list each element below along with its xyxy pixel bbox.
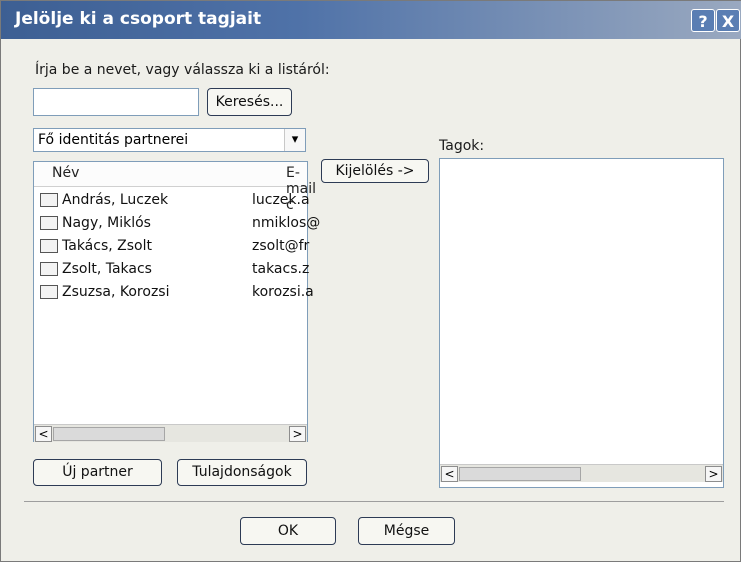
contact-name: Zsuzsa, Korozsi	[62, 284, 170, 300]
cancel-button[interactable]: Mégse	[358, 517, 455, 545]
scroll-left-icon[interactable]: <	[441, 466, 458, 482]
new-partner-button[interactable]: Új partner	[33, 459, 162, 486]
properties-button[interactable]: Tulajdonságok	[177, 459, 307, 486]
scroll-thumb[interactable]	[459, 467, 581, 481]
ok-button[interactable]: OK	[240, 517, 336, 545]
contacts-list[interactable]: Név E-mail c András, Luczek luczek.a Nag…	[33, 161, 320, 442]
group-member-dialog: Jelölje ki a csoport tagjait ? X Írja be…	[0, 0, 741, 562]
search-button[interactable]: Keresés...	[207, 88, 292, 116]
contact-card-icon	[40, 239, 58, 253]
name-column-header[interactable]: Név	[52, 165, 79, 181]
contact-email: luczek.a	[252, 192, 310, 208]
contact-card-icon	[40, 285, 58, 299]
chevron-down-icon[interactable]: ▾	[284, 129, 305, 151]
contacts-header: Név E-mail c	[34, 162, 316, 213]
footer-separator	[24, 501, 724, 502]
contact-card-icon	[40, 193, 58, 207]
help-button[interactable]: ?	[691, 9, 715, 32]
contact-name: András, Luczek	[62, 192, 169, 208]
close-icon: X	[721, 12, 735, 31]
contact-email: takacs.z	[252, 261, 310, 277]
contact-email: zsolt@fr	[252, 238, 310, 254]
contact-email: nmiklos@	[252, 215, 321, 231]
identity-select[interactable]: Fő identitás partnerei ▾	[33, 128, 306, 152]
identity-select-value: Fő identitás partnerei	[38, 132, 189, 148]
contact-email: korozsi.a	[252, 284, 314, 300]
members-label: Tagok:	[439, 138, 485, 154]
scroll-right-icon[interactable]: >	[289, 426, 306, 442]
window-title: Jelölje ki a csoport tagjait	[15, 9, 262, 29]
search-prompt-label: Írja be a nevet, vagy válassza ki a list…	[35, 62, 330, 78]
help-icon: ?	[698, 12, 708, 31]
contact-name: Nagy, Miklós	[62, 215, 151, 231]
scroll-thumb[interactable]	[53, 427, 165, 441]
contact-card-icon	[40, 262, 58, 276]
contact-name: Zsolt, Takacs	[62, 261, 152, 277]
select-member-button[interactable]: Kijelölés ->	[321, 159, 429, 183]
contact-name: Takács, Zsolt	[62, 238, 152, 254]
contact-card-icon	[40, 216, 58, 230]
members-horizontal-scrollbar[interactable]: < >	[440, 464, 723, 482]
contacts-horizontal-scrollbar[interactable]: < >	[34, 424, 307, 442]
scroll-left-icon[interactable]: <	[35, 426, 52, 442]
members-list[interactable]: < >	[439, 158, 724, 488]
search-input[interactable]	[33, 88, 199, 116]
scroll-right-icon[interactable]: >	[705, 466, 722, 482]
title-bar: Jelölje ki a csoport tagjait ? X	[1, 1, 741, 39]
close-button[interactable]: X	[716, 9, 740, 32]
